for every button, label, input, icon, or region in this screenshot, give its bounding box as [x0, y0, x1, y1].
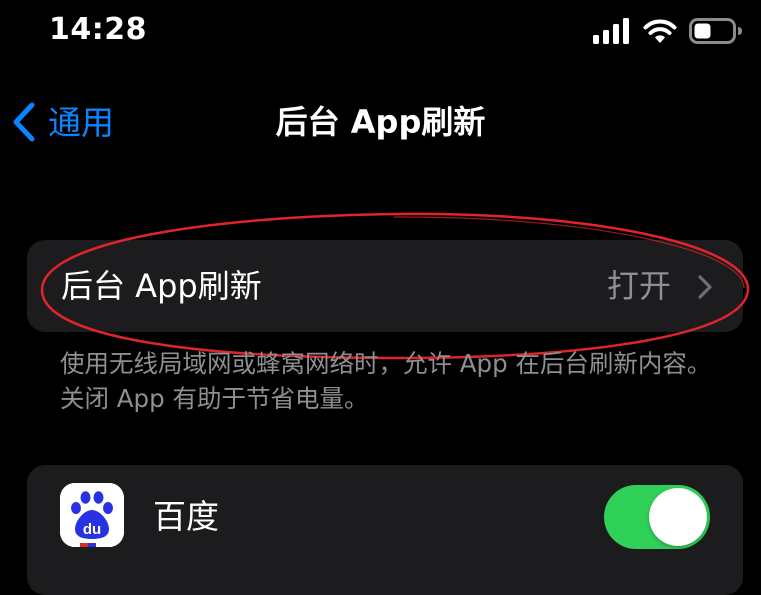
group-footer-text: 使用无线局域网或蜂窝网络时，允许 App 在后台刷新内容。关闭 App 有助于节…	[60, 349, 712, 413]
status-time: 14:28	[49, 12, 147, 47]
status-bar: 14:28	[0, 0, 761, 64]
baidu-app-icon: du	[60, 483, 124, 547]
background-refresh-value: 打开	[606, 267, 671, 305]
app-list-group: du 百度	[27, 465, 743, 595]
page-title: 后台 App刷新	[275, 103, 486, 141]
background-refresh-row[interactable]: 后台 App刷新 打开	[27, 240, 743, 332]
baidu-icon-text: du	[83, 521, 101, 538]
cellular-signal-icon	[593, 18, 629, 44]
app-name: 百度	[153, 497, 219, 536]
background-refresh-toggle-baidu[interactable]	[604, 485, 710, 549]
app-row-baidu: du 百度	[27, 465, 743, 569]
wifi-icon	[643, 19, 677, 43]
status-icons	[593, 16, 743, 46]
background-refresh-label: 后台 App刷新	[61, 267, 262, 305]
toggle-knob	[649, 488, 707, 546]
chevron-right-icon	[698, 275, 712, 299]
battery-icon	[689, 18, 742, 44]
navigation-bar: 通用 后台 App刷新	[0, 86, 761, 158]
background-refresh-group: 后台 App刷新 打开	[27, 240, 743, 332]
